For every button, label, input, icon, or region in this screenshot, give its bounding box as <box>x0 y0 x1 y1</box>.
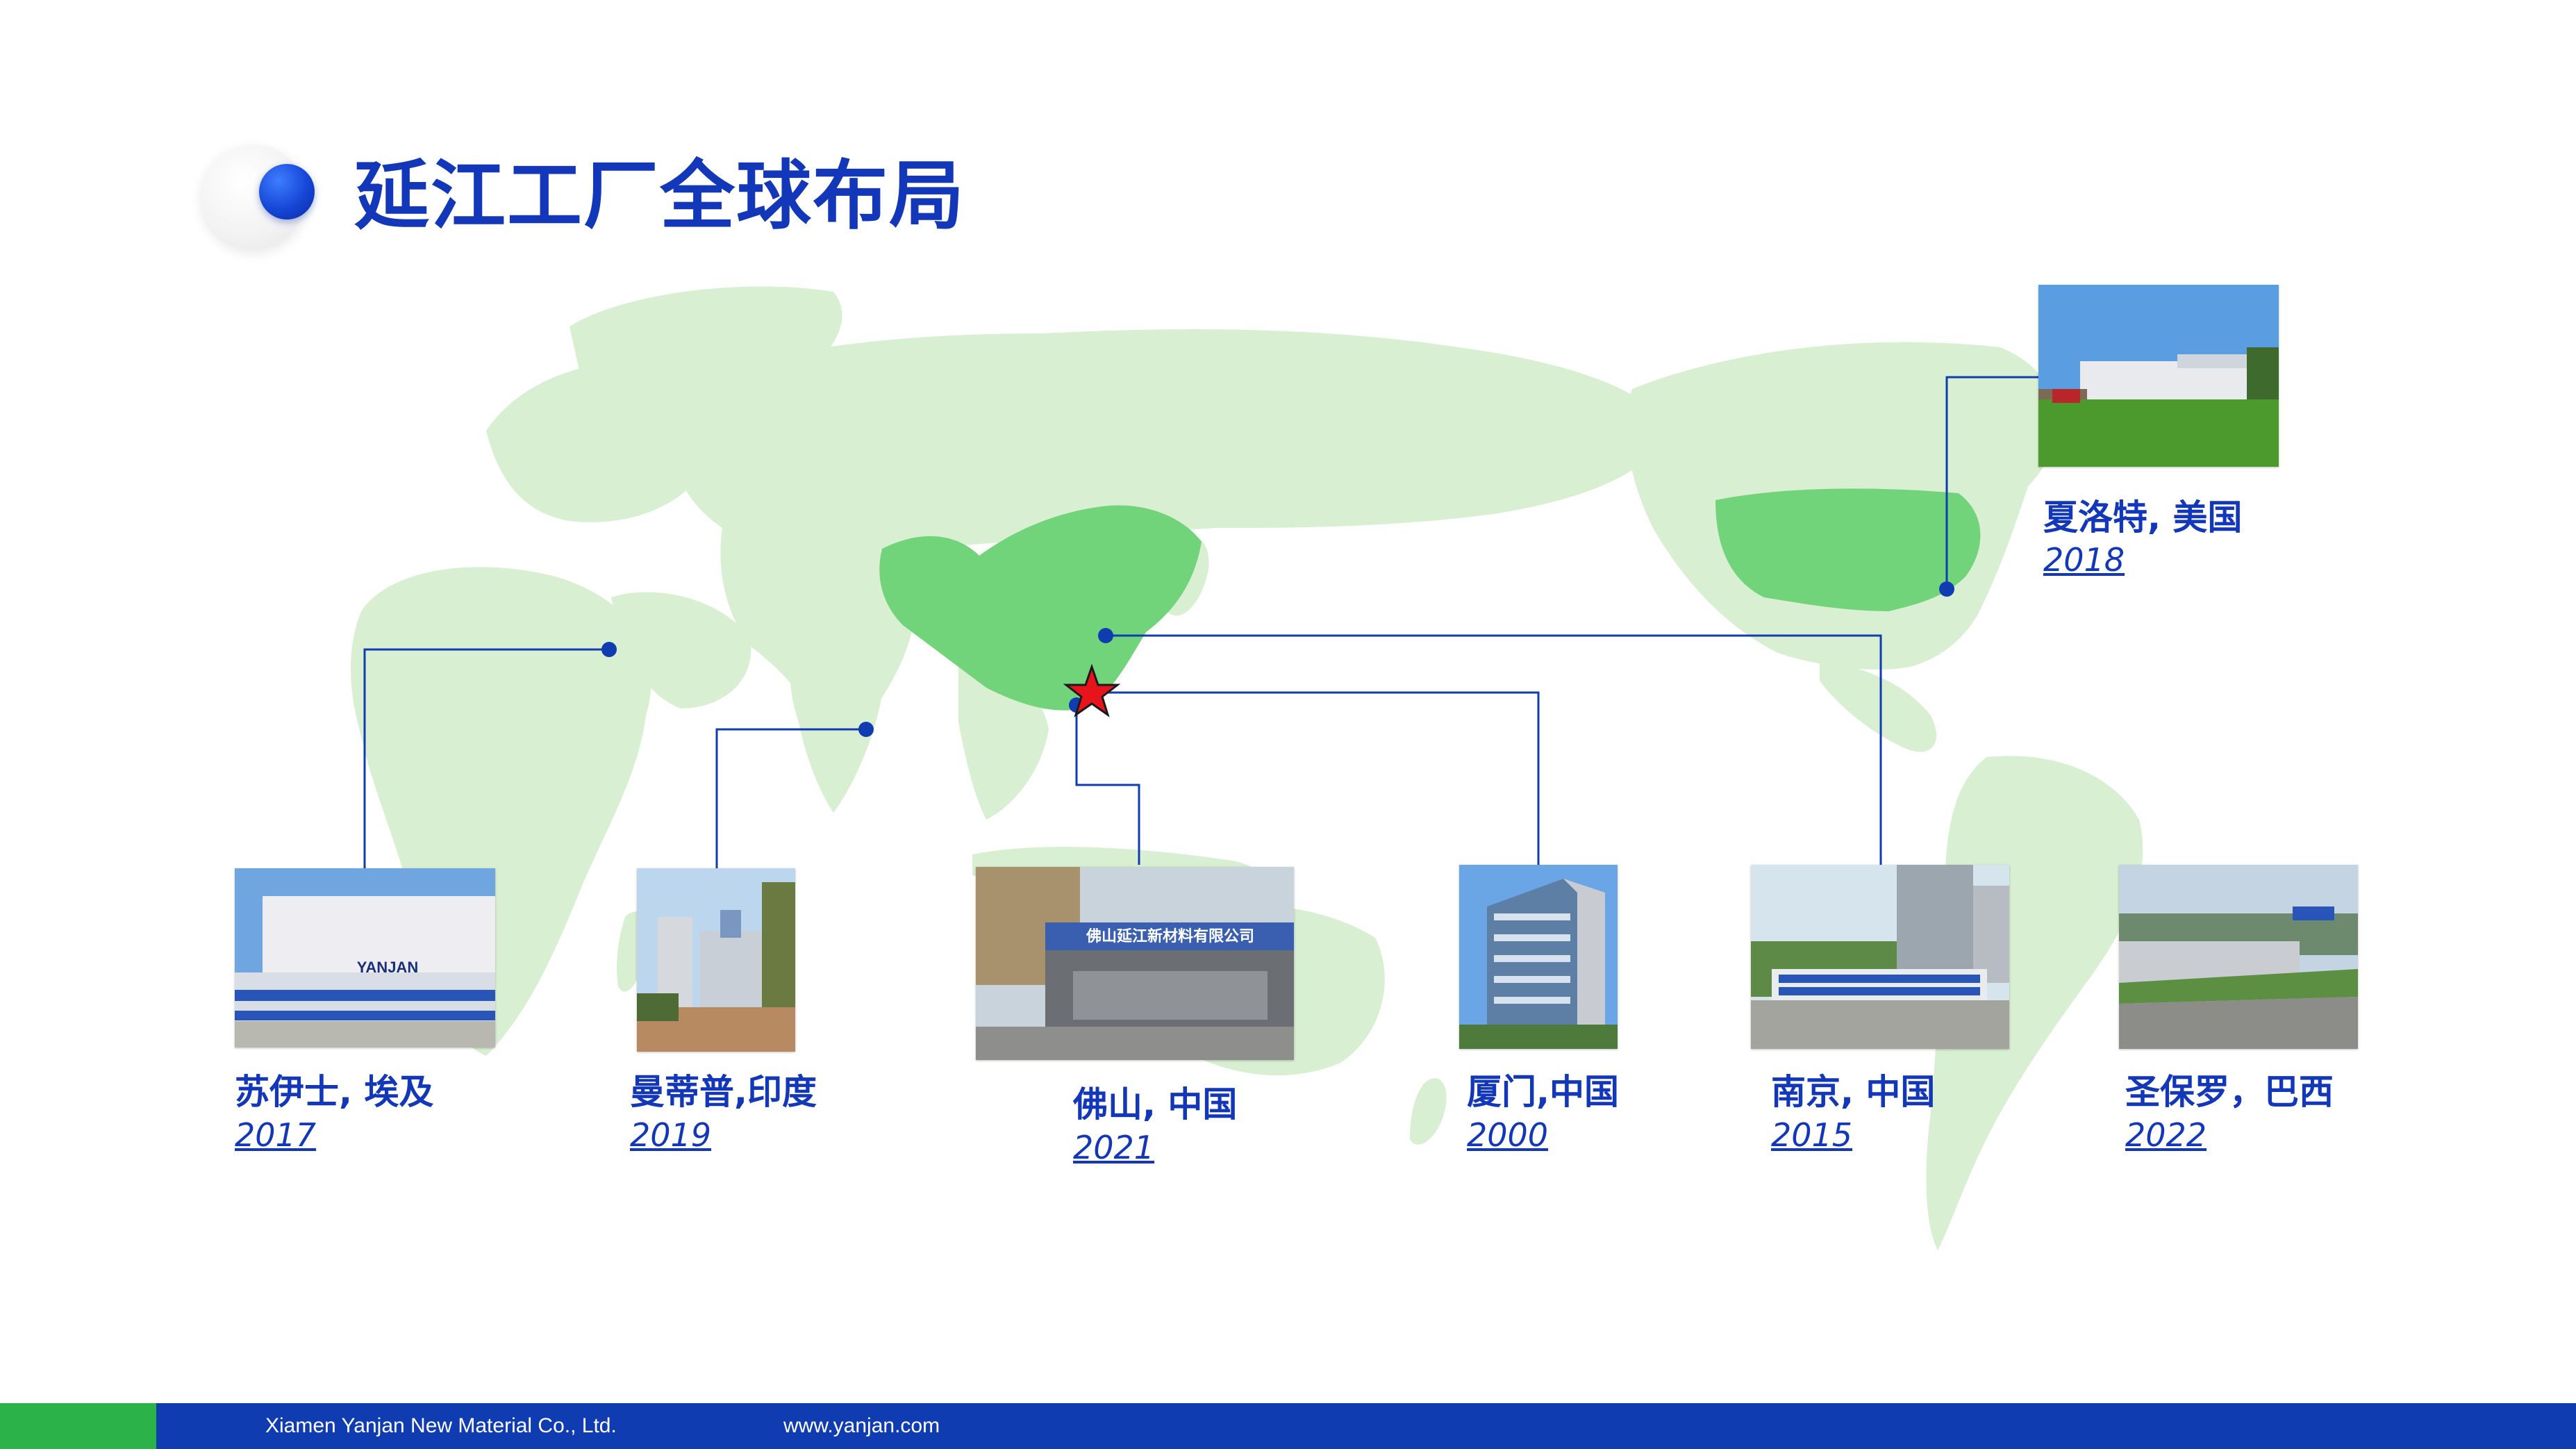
photo-xiamen <box>1459 865 1618 1049</box>
location-name-xiamen: 厦门,中国 <box>1467 1072 1619 1112</box>
photo-nanjing <box>1751 865 2009 1049</box>
location-name-charlotte: 夏洛特, 美国 <box>2043 497 2243 538</box>
location-year-saopaulo: 2022 <box>2125 1116 2207 1154</box>
location-year-nanjing: 2015 <box>1771 1116 1853 1154</box>
location-year-foshan: 2021 <box>1073 1129 1155 1166</box>
photo-mumbai <box>637 868 795 1052</box>
location-name-suez: 苏伊士, 埃及 <box>235 1072 434 1112</box>
marker-suez <box>601 642 617 657</box>
location-year-xiamen: 2000 <box>1467 1116 1549 1154</box>
photo-suez: YANJAN <box>235 868 495 1048</box>
map-highlights <box>879 488 1981 711</box>
page-title: 延江工厂全球布局 <box>354 153 966 240</box>
connector-foshan <box>1075 705 1140 865</box>
photo-saopaulo <box>2119 865 2358 1049</box>
slide: 延江工厂全球布局 YANJAN 佛山延江新材料有限公司 苏伊士, 埃及 2017… <box>0 0 2576 1449</box>
new-zealand-shape <box>1410 1078 1447 1145</box>
marker-nanjing <box>1098 628 1113 643</box>
suez-logo-text: YANJAN <box>357 959 418 976</box>
title-bullet-icon <box>259 164 315 220</box>
location-year-suez: 2017 <box>235 1116 317 1154</box>
location-name-saopaulo: 圣保罗，巴西 <box>2125 1072 2334 1112</box>
location-year-mumbai: 2019 <box>630 1116 712 1154</box>
foshan-sign-text: 佛山延江新材料有限公司 <box>1086 927 1254 945</box>
location-name-nanjing: 南京, 中国 <box>1771 1072 1936 1112</box>
photo-foshan: 佛山延江新材料有限公司 <box>976 867 1294 1060</box>
connector-xiamen <box>1092 691 1540 865</box>
connector-nanjing <box>1106 634 1882 865</box>
footer-website: www.yanjan.com <box>783 1414 940 1437</box>
location-name-mumbai: 曼蒂普,印度 <box>630 1072 817 1112</box>
location-year-charlotte: 2018 <box>2043 541 2125 579</box>
photo-charlotte <box>2038 285 2279 467</box>
footer-company: Xiamen Yanjan New Material Co., Ltd. <box>265 1414 617 1437</box>
central-america-shape <box>1820 660 1937 752</box>
marker-mumbai <box>858 722 874 737</box>
location-name-foshan: 佛山, 中国 <box>1073 1084 1238 1125</box>
footer-accent-bar <box>0 1403 156 1449</box>
marker-charlotte <box>1939 581 1954 597</box>
